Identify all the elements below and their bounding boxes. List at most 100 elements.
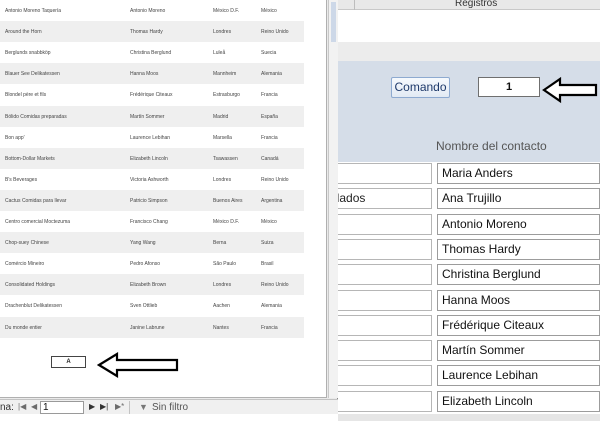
- report-row: Blondel père et fils Frédérique Citeaux Es…: [0, 84, 304, 105]
- report-row: Centro comercial Moctezuma Francisco Chan…: [0, 211, 304, 232]
- left-field[interactable]: elados: [330, 188, 432, 210]
- report-cell-contact: Martín Sommer: [130, 113, 165, 120]
- report-cell-country: Argentina: [261, 197, 283, 204]
- report-cell-city: Estrasburgo: [213, 92, 240, 99]
- report-cell-company: Antonio Moreno Taquería: [5, 8, 62, 14]
- number-textbox[interactable]: 1: [478, 77, 540, 97]
- report-row: Bon app' Laurence Lebihan Marsella Francia: [0, 127, 304, 148]
- current-record-input[interactable]: [40, 401, 84, 414]
- filter-status[interactable]: Sin filtro: [152, 402, 188, 413]
- first-record-icon[interactable]: |◀: [18, 402, 26, 411]
- page-footer-label: A: [51, 356, 86, 368]
- report-cell-city: Marsella: [213, 134, 232, 141]
- report-cell-company: Consolidated Holdings: [5, 282, 56, 289]
- report-row: Cactus Comidas para llevar Patricio Simps…: [0, 189, 304, 211]
- report-cell-country: México: [261, 8, 277, 14]
- contact-name-field[interactable]: Hanna Moos: [437, 289, 600, 311]
- form-top-band: [330, 10, 600, 42]
- report-cell-contact: Thomas Hardy: [130, 29, 163, 36]
- report-cell-company: Cactus Comidas para llevar: [5, 197, 67, 204]
- new-record-icon[interactable]: ▶*: [115, 402, 124, 411]
- contact-row: Frédérique Citeaux: [330, 314, 600, 339]
- report-cell-city: Aachen: [213, 303, 230, 310]
- report-cell-city: Mannheim: [213, 71, 237, 78]
- report-cell-country: Suiza: [261, 240, 274, 247]
- report-row: Blauer See Delikatessen Hanna Moos Mannhei…: [0, 63, 304, 85]
- report-cell-country: México: [261, 219, 277, 225]
- report-cell-city: São Paulo: [213, 261, 237, 268]
- report-cell-city: Tsawassen: [213, 155, 238, 162]
- report-cell-country: Canadá: [261, 155, 279, 162]
- report-cell-contact: Antonio Moreno: [130, 8, 166, 14]
- contact-name-field[interactable]: Laurence Lebihan: [437, 365, 600, 387]
- report-cell-country: España: [261, 113, 278, 120]
- last-record-icon[interactable]: ▶|: [100, 402, 108, 411]
- contact-name-field[interactable]: Maria Anders: [437, 163, 600, 184]
- filter-icon: ▼: [139, 402, 148, 412]
- report-row: Du monde entier Janine Labrune Nantes Franc…: [0, 316, 304, 338]
- contact-name-field[interactable]: Thomas Hardy: [437, 238, 600, 260]
- left-field[interactable]: [330, 340, 432, 362]
- report-row: Antonio Moreno Taquería Antonio Moreno Méx…: [0, 0, 304, 21]
- next-record-icon[interactable]: ▶: [89, 402, 95, 411]
- report-cell-contact: Elizabeth Brown: [130, 282, 167, 289]
- record-navigation-bar: na: |◀ ◀ ▶ ▶| ▶* ▼ Sin filtro: [0, 399, 338, 414]
- scrollbar-thumb[interactable]: [331, 2, 336, 42]
- left-field[interactable]: [330, 163, 432, 184]
- left-field[interactable]: [330, 314, 432, 336]
- report-cell-country: Reino Unido: [261, 282, 289, 289]
- arrow-icon: [542, 76, 598, 104]
- left-field[interactable]: [330, 238, 432, 260]
- report-cell-city: Nantes: [213, 324, 229, 331]
- report-preview-window: Antonio Moreno Taquería Antonio Moreno Méx…: [0, 0, 338, 414]
- report-cell-contact: Frédérique Citeaux: [130, 92, 173, 99]
- contact-column-header: Nombre del contacto: [436, 139, 547, 153]
- form-header-bar: Registros: [330, 0, 600, 10]
- report-row: Bólido Comidas preparadas Martín Sommer Ma…: [0, 105, 304, 127]
- form-bottom-strip: [338, 414, 600, 421]
- left-field[interactable]: [330, 390, 432, 412]
- report-cell-company: Du monde entier: [5, 324, 42, 331]
- left-field[interactable]: [330, 213, 432, 235]
- contact-row: Christina Berglund: [330, 263, 600, 288]
- report-row: Comércio Mineiro Pedro Afonso São Paulo Bra…: [0, 253, 304, 274]
- left-field[interactable]: [330, 289, 432, 311]
- contact-row: Thomas Hardy: [330, 238, 600, 263]
- report-cell-country: Alemania: [261, 303, 282, 310]
- report-cell-company: Bólido Comidas preparadas: [5, 113, 67, 120]
- report-cell-contact: Janine Labrune: [130, 324, 165, 331]
- left-field[interactable]: [330, 365, 432, 387]
- contact-name-field[interactable]: Martín Sommer: [437, 340, 600, 362]
- navbar-divider: [129, 401, 130, 414]
- report-cell-country: Brasil: [261, 261, 274, 268]
- left-field[interactable]: [330, 264, 432, 286]
- contact-row: elados Ana Trujillo: [330, 187, 600, 212]
- report-cell-company: Blauer See Delikatessen: [5, 71, 60, 78]
- report-cell-company: Drachenblut Delikatessen: [5, 303, 62, 310]
- contact-name-field[interactable]: Antonio Moreno: [437, 213, 600, 235]
- vertical-scrollbar[interactable]: [328, 0, 338, 398]
- report-cell-country: Reino Unido: [261, 176, 289, 183]
- previous-record-icon[interactable]: ◀: [31, 402, 37, 411]
- contact-row: Elizabeth Lincoln: [330, 390, 600, 415]
- report-cell-contact: Patricio Simpson: [130, 197, 168, 204]
- command-button[interactable]: Comando: [391, 77, 450, 98]
- contact-name-field[interactable]: Ana Trujillo: [437, 188, 600, 210]
- report-page: Antonio Moreno Taquería Antonio Moreno Méx…: [0, 0, 327, 398]
- report-cell-contact: Francisco Chang: [130, 219, 168, 225]
- arrow-icon: [97, 352, 179, 378]
- contact-name-field[interactable]: Christina Berglund: [437, 264, 600, 286]
- contact-row: Maria Anders: [330, 162, 600, 187]
- report-cell-city: Buenos Aires: [213, 197, 243, 204]
- report-cell-contact: Elizabeth Lincoln: [130, 155, 168, 162]
- report-cell-company: Around the Horn: [5, 29, 42, 36]
- contact-row: Laurence Lebihan: [330, 364, 600, 389]
- contact-name-field[interactable]: Frédérique Citeaux: [437, 314, 600, 336]
- report-cell-country: Francia: [261, 134, 278, 141]
- contact-name-field[interactable]: Elizabeth Lincoln: [437, 390, 600, 412]
- report-cell-city: Londres: [213, 282, 232, 289]
- report-cell-city: Luleå: [213, 50, 226, 57]
- form-grey-band: [330, 42, 600, 61]
- report-cell-company: Centro comercial Moctezuma: [5, 219, 71, 225]
- report-cell-company: Comércio Mineiro: [5, 261, 45, 268]
